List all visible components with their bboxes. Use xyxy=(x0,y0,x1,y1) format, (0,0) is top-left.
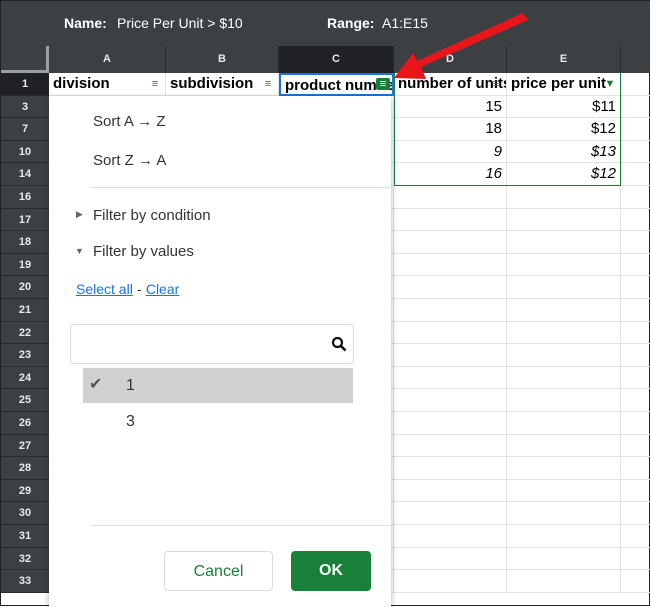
annotation-arrow xyxy=(394,13,528,79)
